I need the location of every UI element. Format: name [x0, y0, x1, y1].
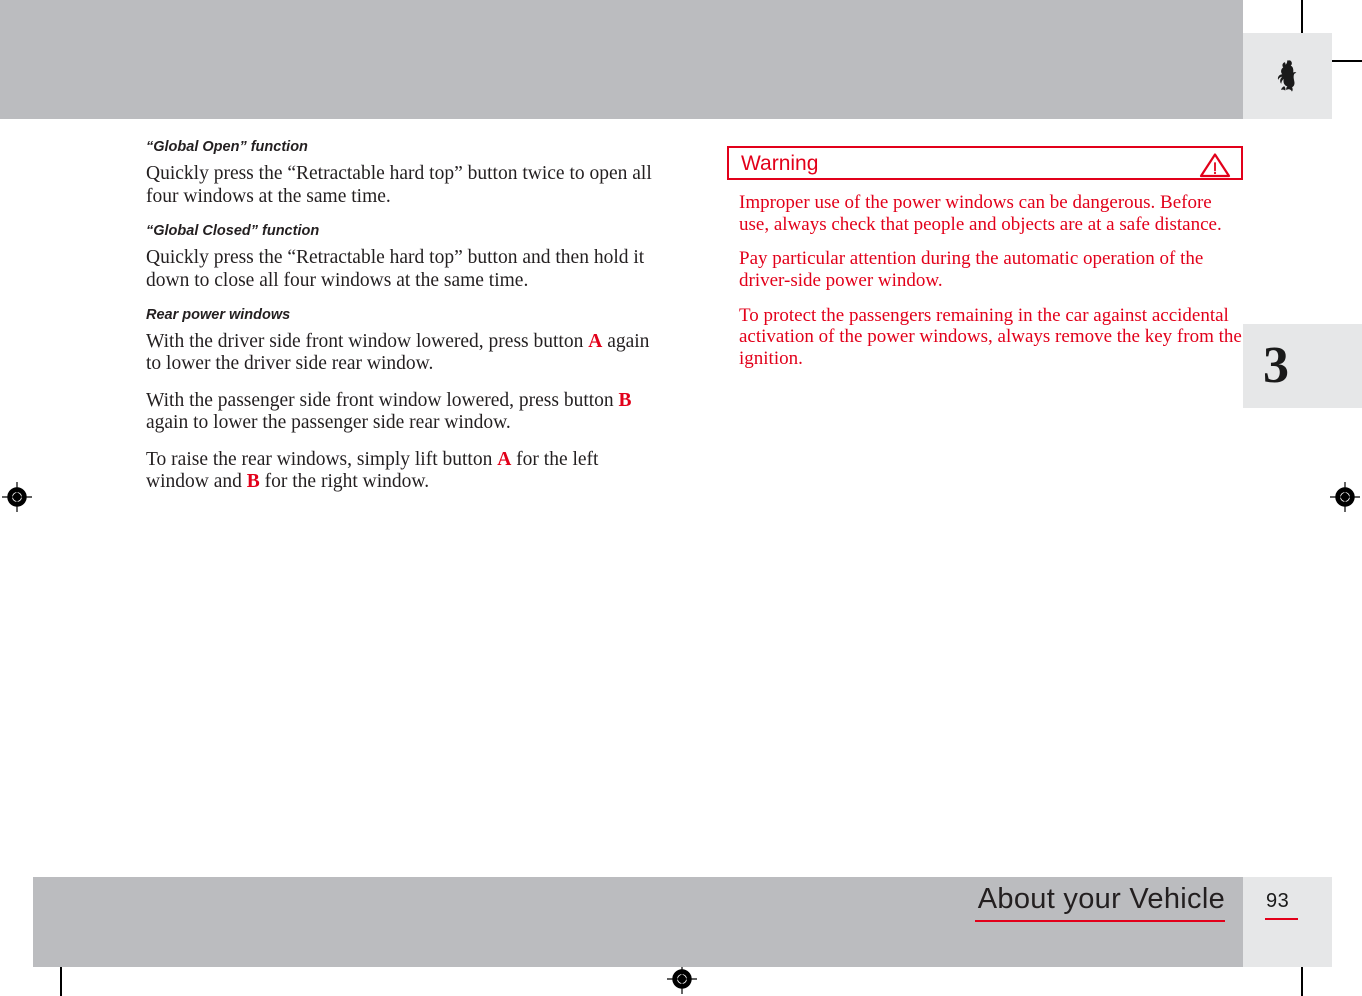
registration-mark-bottom	[667, 964, 697, 994]
button-reference-b: B	[618, 389, 632, 411]
left-content-column: “Global Open” function Quickly press the…	[146, 138, 666, 494]
page-number: 93	[1266, 890, 1290, 912]
warning-header: Warning	[727, 146, 1243, 180]
right-content-column: Warning Improper use of the power window…	[727, 146, 1243, 370]
warning-label: Warning	[741, 151, 819, 175]
crop-mark-right-horizontal	[1330, 60, 1362, 62]
paragraph-rear-driver-side: With the driver side front window lowere…	[146, 331, 666, 376]
footer-title-underline	[975, 920, 1225, 922]
warning-body: Improper use of the power windows can be…	[727, 192, 1243, 370]
warning-paragraph: Improper use of the power windows can be…	[739, 192, 1222, 235]
chapter-number: 3	[1263, 337, 1289, 394]
ferrari-prancing-horse-logo-icon	[1275, 59, 1301, 93]
registration-mark-right	[1330, 482, 1360, 512]
warning-paragraph: To protect the passengers remaining in t…	[739, 304, 1242, 369]
text-fragment: With the passenger side front window low…	[146, 389, 619, 411]
footer-section-title-text: About your Vehicle	[977, 883, 1225, 915]
footer-section-title: About your Vehicle	[975, 885, 1225, 922]
chapter-number-tab: 3	[1243, 324, 1362, 408]
paragraph-raise-rear-windows: To raise the rear windows, simply lift b…	[146, 449, 666, 494]
registration-mark-left	[2, 482, 32, 512]
text-fragment: With the driver side front window lowere…	[146, 331, 589, 353]
button-reference-a: A	[497, 448, 512, 470]
warning-paragraph: Pay particular attention during the auto…	[739, 248, 1204, 291]
text-fragment: for the right window.	[259, 471, 430, 493]
crop-mark-bottom-right-vertical	[1301, 963, 1303, 996]
page-number-tab: 93	[1243, 877, 1332, 967]
paragraph-global-open: Quickly press the “Retractable hard top”…	[146, 163, 652, 207]
crop-mark-bottom-left-vertical	[60, 963, 62, 996]
text-fragment: To raise the rear windows, simply lift b…	[146, 448, 498, 470]
subheading-global-closed: “Global Closed” function	[146, 222, 320, 239]
page-number-underline	[1265, 918, 1298, 920]
crop-mark-top-right-vertical	[1301, 0, 1303, 33]
paragraph-global-closed: Quickly press the “Retractable hard top”…	[146, 247, 645, 291]
text-fragment: again to lower the passenger side rear w…	[146, 412, 511, 434]
button-reference-b: B	[246, 471, 260, 493]
warning-triangle-icon	[1199, 152, 1231, 178]
subheading-global-open: “Global Open” function	[146, 139, 308, 155]
paragraph-rear-passenger-side: With the passenger side front window low…	[146, 390, 666, 435]
button-reference-a: A	[588, 331, 603, 353]
ferrari-logo-tab	[1243, 33, 1332, 119]
subheading-rear-power-windows: Rear power windows	[146, 306, 291, 323]
header-band	[0, 0, 1243, 119]
